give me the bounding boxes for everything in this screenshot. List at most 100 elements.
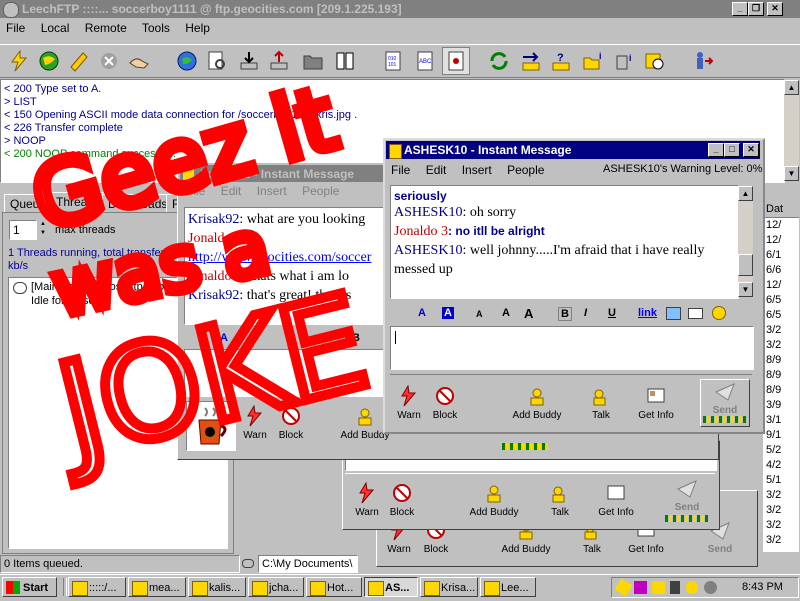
scheduler-icon[interactable] xyxy=(642,48,668,74)
chat-link[interactable]: http://www.geocities.com/soccer xyxy=(185,248,385,267)
text-color-button[interactable]: A xyxy=(418,307,426,319)
tray-pencil-icon[interactable] xyxy=(614,578,633,597)
taskbar-button[interactable]: kalis... xyxy=(188,577,246,597)
scroll-up-icon[interactable]: ▲ xyxy=(784,80,799,95)
im-input-area[interactable] xyxy=(184,349,386,397)
menu-file[interactable]: File xyxy=(391,163,410,177)
transfer-icon[interactable] xyxy=(518,48,544,74)
tab-threads[interactable]: Threads xyxy=(50,192,107,213)
menu-insert[interactable]: Insert xyxy=(462,163,492,177)
leechftp-titlebar[interactable]: LeechFTP ::::... soccerboy1111 @ ftp.geo… xyxy=(0,0,800,18)
add-buddy-button[interactable]: Add Buddy xyxy=(469,482,519,518)
minimize-button[interactable]: _ xyxy=(708,143,724,157)
menu-edit[interactable]: Edit xyxy=(426,163,447,177)
start-button[interactable]: Start xyxy=(2,577,57,597)
italic-button[interactable]: I xyxy=(584,307,587,319)
download-icon[interactable] xyxy=(236,48,262,74)
threads-spinner[interactable]: 1 xyxy=(9,220,37,240)
log-scrollbar[interactable]: ▲ ▼ xyxy=(784,80,799,181)
sync-icon[interactable] xyxy=(486,48,512,74)
taskbar-button[interactable]: Krisa... xyxy=(420,577,478,597)
image-icon[interactable] xyxy=(666,307,681,320)
tab-queue[interactable]: Queue xyxy=(4,194,53,213)
upload-icon[interactable] xyxy=(266,48,292,74)
scroll-down-icon[interactable]: ▼ xyxy=(784,166,799,181)
taskbar-button[interactable]: Hot... xyxy=(306,577,362,597)
help-query-icon[interactable]: ? xyxy=(548,48,574,74)
block-button[interactable]: Block xyxy=(430,385,460,421)
binary-mode-icon[interactable]: 010 101 xyxy=(380,48,406,74)
exit-icon[interactable] xyxy=(690,48,716,74)
tray-aim-icon[interactable] xyxy=(686,581,698,594)
spinner-arrows[interactable]: ▲ ▼ xyxy=(37,220,49,238)
menu-file[interactable]: File xyxy=(186,184,205,198)
taskbar-button[interactable]: Lee... xyxy=(480,577,536,597)
close-button[interactable]: ✕ xyxy=(767,2,783,16)
menu-file[interactable]: File xyxy=(6,21,25,35)
refresh-globe-icon[interactable] xyxy=(174,48,200,74)
get-info-button[interactable]: Get Info xyxy=(634,385,678,421)
menu-help[interactable]: Help xyxy=(185,21,210,35)
folder-info-icon[interactable]: i xyxy=(580,48,606,74)
block-button[interactable]: Block xyxy=(387,482,417,518)
view-icon[interactable] xyxy=(204,48,230,74)
menu-insert[interactable]: Insert xyxy=(257,184,287,198)
send-button[interactable]: Send xyxy=(700,379,750,427)
scroll-down-icon[interactable]: ▼ xyxy=(738,282,753,297)
cancel-icon[interactable] xyxy=(96,48,122,74)
taskbar-button[interactable]: mea... xyxy=(128,577,186,597)
auto-mode-icon[interactable] xyxy=(442,47,470,75)
menu-people[interactable]: People xyxy=(302,184,339,198)
font-color-button[interactable]: A xyxy=(220,332,228,344)
maximize-button[interactable]: ❐ xyxy=(748,2,764,16)
menu-remote[interactable]: Remote xyxy=(85,21,127,35)
menu-people[interactable]: People xyxy=(507,163,544,177)
date-column-header[interactable]: Dat xyxy=(763,202,799,218)
tray-disk-icon[interactable] xyxy=(704,581,717,594)
menu-local[interactable]: Local xyxy=(41,21,70,35)
block-button[interactable]: Block xyxy=(276,405,306,441)
split-pane-icon[interactable] xyxy=(332,48,358,74)
ascii-mode-icon[interactable]: ABC xyxy=(412,48,438,74)
menu-edit[interactable]: Edit xyxy=(221,184,242,198)
im-titlebar[interactable]: ASHESK10 - Instant Message _ □ ✕ xyxy=(386,141,760,159)
tab-downloads[interactable]: Downloads xyxy=(102,194,174,213)
im-input-area[interactable] xyxy=(390,326,754,370)
maximize-button[interactable]: □ xyxy=(724,143,740,157)
menu-tools[interactable]: Tools xyxy=(142,21,170,35)
link-button[interactable]: link xyxy=(638,307,657,319)
taskbar-button[interactable]: :::::/... xyxy=(68,577,126,597)
taskbar-button[interactable]: AS... xyxy=(364,577,418,597)
scroll-up-icon[interactable]: ▲ xyxy=(738,186,753,201)
talk-button[interactable]: Talk xyxy=(545,482,575,518)
globe-icon[interactable] xyxy=(36,48,62,74)
chat-scrollbar[interactable]: ▲ ▼ xyxy=(738,186,753,297)
bold-button[interactable]: B xyxy=(352,332,360,344)
background-color-button[interactable]: A xyxy=(442,307,454,319)
get-info-button[interactable]: Get Info xyxy=(595,482,637,518)
close-button[interactable]: ✕ xyxy=(743,143,759,157)
folder-icon[interactable] xyxy=(300,48,326,74)
scroll-thumb[interactable] xyxy=(738,254,753,276)
connect-icon[interactable] xyxy=(6,48,32,74)
bold-button[interactable]: B xyxy=(558,307,572,321)
warn-button[interactable]: Warn xyxy=(240,404,270,441)
edit-icon[interactable] xyxy=(66,48,92,74)
taskbar-button[interactable]: jcha... xyxy=(248,577,304,597)
mail-icon[interactable] xyxy=(688,308,703,319)
tray-speaker-icon[interactable] xyxy=(670,581,680,594)
handshake-icon[interactable] xyxy=(126,48,152,74)
normal-font-button[interactable]: A xyxy=(502,307,510,319)
tray-volume-icon[interactable] xyxy=(652,581,665,594)
increase-font-button[interactable]: A xyxy=(524,306,533,321)
warn-button[interactable]: Warn xyxy=(394,384,424,421)
local-path-field[interactable]: C:\My Documents\ xyxy=(258,555,358,573)
send-button[interactable]: Send xyxy=(663,477,711,522)
tray-network-icon[interactable] xyxy=(634,581,647,594)
underline-button[interactable]: U xyxy=(608,307,616,319)
add-buddy-button[interactable]: Add Buddy xyxy=(512,385,562,421)
warn-button[interactable]: Warn xyxy=(353,481,381,518)
file-info-icon[interactable]: i xyxy=(612,48,638,74)
talk-button[interactable]: Talk xyxy=(586,385,616,421)
minimize-button[interactable]: _ xyxy=(732,2,748,16)
